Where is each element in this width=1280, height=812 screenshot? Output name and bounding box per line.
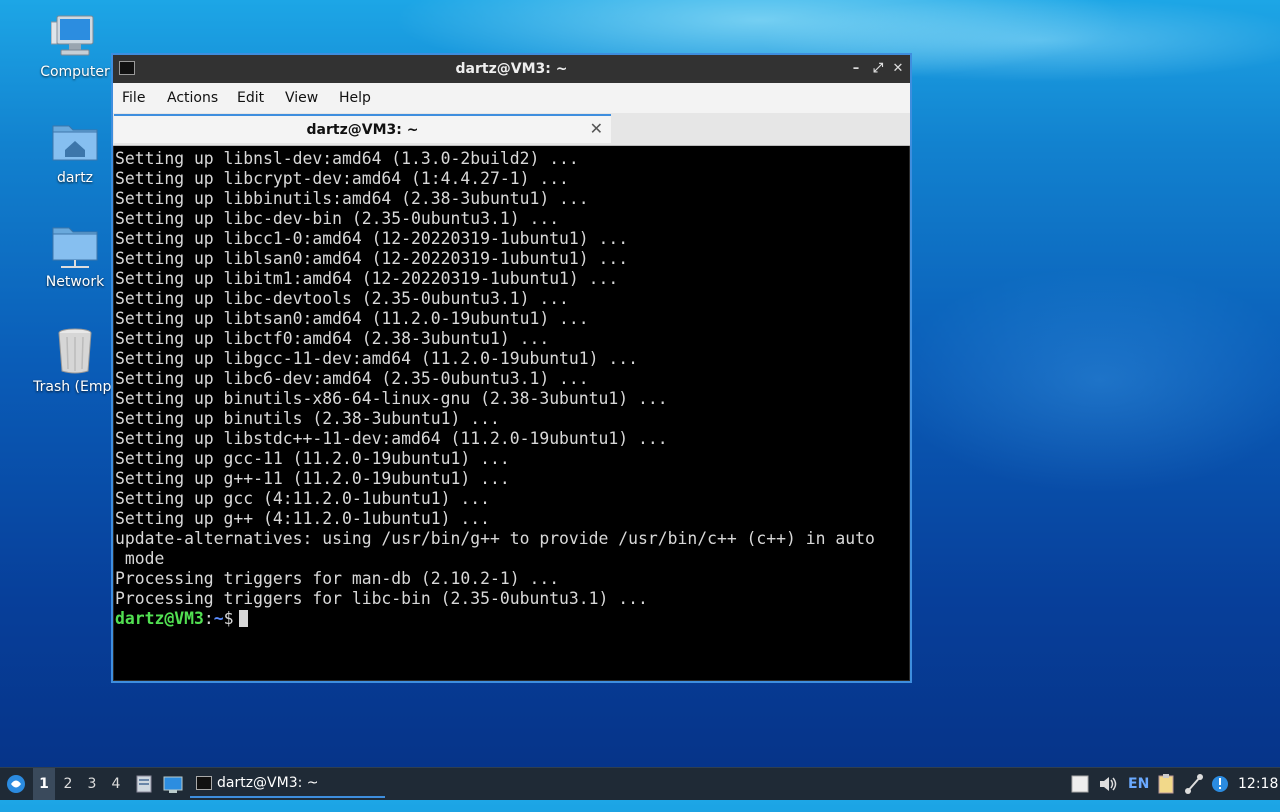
- menu-help[interactable]: Help: [339, 90, 371, 106]
- menu-file[interactable]: File: [122, 90, 145, 106]
- terminal-line: Setting up libcc1-0:amd64 (12-20220319-1…: [115, 229, 629, 248]
- menu-actions[interactable]: Actions: [167, 90, 218, 106]
- terminal-line: Setting up libstdc++-11-dev:amd64 (11.2.…: [115, 429, 668, 448]
- task-label: dartz@VM3: ~: [217, 775, 319, 791]
- terminal-line: mode: [115, 549, 165, 568]
- workspace-3[interactable]: 3: [81, 768, 103, 800]
- terminal-line: Setting up libnsl-dev:amd64 (1.3.0-2buil…: [115, 149, 579, 168]
- prompt-separator: :: [203, 609, 214, 628]
- clock[interactable]: 12:18: [1238, 768, 1278, 800]
- terminal-line: Setting up libc-devtools (2.35-0ubuntu3.…: [115, 289, 569, 308]
- clipboard-icon[interactable]: [1156, 768, 1176, 800]
- window-title: dartz@VM3: ~: [455, 61, 568, 77]
- terminal-line: Setting up libctf0:amd64 (2.38-3ubuntu1)…: [115, 329, 550, 348]
- workspace-4[interactable]: 4: [105, 768, 127, 800]
- window-titlebar[interactable]: dartz@VM3: ~ – ⤢ ✕: [113, 55, 910, 83]
- desktop-icon-label: Network: [45, 274, 105, 290]
- prompt-user: dartz@VM3: [115, 609, 204, 628]
- terminal-line: update-alternatives: using /usr/bin/g++ …: [115, 529, 875, 548]
- desktop-icon-label: Trash (Empt: [33, 379, 117, 395]
- tab-terminal[interactable]: dartz@VM3: ~ ✕: [114, 114, 611, 143]
- maximize-button[interactable]: ⤢: [868, 59, 888, 79]
- close-button[interactable]: ✕: [888, 59, 908, 79]
- terminal-line: Processing triggers for man-db (2.10.2-1…: [115, 569, 560, 588]
- start-menu-icon[interactable]: [5, 768, 27, 800]
- volume-icon[interactable]: [1097, 768, 1119, 800]
- terminal-line: Processing triggers for libc-bin (2.35-0…: [115, 589, 648, 608]
- terminal-line: Setting up libc-dev-bin (2.35-0ubuntu3.1…: [115, 209, 560, 228]
- taskbar: 1 2 3 4 dartz@VM3: ~ EN 12:18: [0, 767, 1280, 800]
- terminal-line: Setting up g++ (4:11.2.0-1ubuntu1) ...: [115, 509, 490, 528]
- desktop-icon-label: Computer: [40, 64, 110, 80]
- file-manager-icon[interactable]: [134, 768, 154, 800]
- tab-close-icon[interactable]: ✕: [590, 119, 603, 138]
- terminal-line: Setting up libbinutils:amd64 (2.38-3ubun…: [115, 189, 589, 208]
- taskbar-task-terminal[interactable]: dartz@VM3: ~: [190, 768, 385, 798]
- desktop-icon-computer[interactable]: Computer: [27, 12, 123, 80]
- terminal-line: Setting up binutils (2.38-3ubuntu1) ...: [115, 409, 500, 428]
- workspace-2[interactable]: 2: [57, 768, 79, 800]
- terminal-line: Setting up libcrypt-dev:amd64 (1:4.4.27-…: [115, 169, 569, 188]
- terminal-line: Setting up gcc-11 (11.2.0-19ubuntu1) ...: [115, 449, 510, 468]
- home-folder-icon: [51, 118, 99, 166]
- desktop-icon-label: dartz: [56, 170, 94, 186]
- prompt-symbol: $: [223, 609, 234, 628]
- terminal-line: Setting up binutils-x86-64-linux-gnu (2.…: [115, 389, 668, 408]
- notes-icon[interactable]: [1070, 768, 1090, 800]
- menubar: File Actions Edit View Help: [113, 83, 910, 113]
- show-desktop-icon[interactable]: [162, 768, 184, 800]
- workspace-1[interactable]: 1: [33, 768, 55, 800]
- desktop-icon-trash[interactable]: Trash (Empt: [27, 327, 123, 395]
- terminal-line: Setting up liblsan0:amd64 (12-20220319-1…: [115, 249, 629, 268]
- terminal-task-icon: [196, 776, 212, 790]
- tab-bar: dartz@VM3: ~ ✕: [113, 113, 910, 146]
- minimize-button[interactable]: –: [846, 59, 866, 79]
- network-folder-icon: [51, 222, 99, 270]
- desktop-icon-network[interactable]: Network: [27, 222, 123, 290]
- menu-edit[interactable]: Edit: [237, 90, 264, 106]
- computer-icon: [50, 12, 99, 60]
- terminal-line: Setting up libc6-dev:amd64 (2.35-0ubuntu…: [115, 369, 589, 388]
- prompt-path: ~: [213, 609, 224, 628]
- update-notifier-icon[interactable]: [1210, 768, 1230, 800]
- trash-icon: [51, 327, 99, 375]
- terminal-output[interactable]: Setting up libnsl-dev:amd64 (1.3.0-2buil…: [114, 146, 909, 680]
- terminal-cursor: [239, 610, 249, 627]
- desktop-icon-home[interactable]: dartz: [27, 118, 123, 186]
- terminal-line: Setting up libgcc-11-dev:amd64 (11.2.0-1…: [115, 349, 639, 368]
- terminal-line: Setting up libtsan0:amd64 (11.2.0-19ubun…: [115, 309, 589, 328]
- terminal-line: Setting up libitm1:amd64 (12-20220319-1u…: [115, 269, 619, 288]
- keyboard-layout-indicator[interactable]: EN: [1128, 768, 1149, 800]
- network-status-icon[interactable]: [1183, 768, 1205, 800]
- terminal-line: Setting up gcc (4:11.2.0-1ubuntu1) ...: [115, 489, 490, 508]
- terminal-text: Setting up libnsl-dev:amd64 (1.3.0-2buil…: [114, 146, 909, 629]
- terminal-line: Setting up g++-11 (11.2.0-19ubuntu1) ...: [115, 469, 510, 488]
- terminal-window[interactable]: dartz@VM3: ~ – ⤢ ✕ File Actions Edit Vie…: [111, 53, 912, 683]
- tab-label: dartz@VM3: ~: [306, 122, 419, 138]
- menu-view[interactable]: View: [285, 90, 318, 106]
